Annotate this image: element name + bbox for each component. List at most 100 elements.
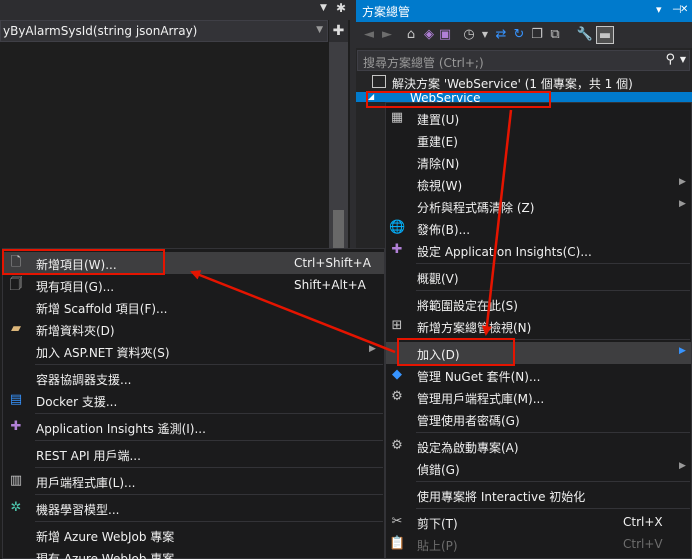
menu-item-label: 新增 Azure WebJob 專案 — [36, 530, 175, 544]
forward-icon[interactable]: ► — [378, 26, 396, 44]
menu-item-shortcut: Ctrl+Shift+A — [294, 256, 371, 270]
menu-item-add-aspnet-folder[interactable]: 加入 ASP.NET 資料夾(S) ▶ — [3, 340, 384, 362]
library-icon: ▥ — [9, 473, 23, 488]
menu-item-publish[interactable]: 🌐 發佈(B)... — [386, 217, 691, 239]
ml-icon: ✲ — [10, 500, 22, 515]
menu-separator — [416, 432, 690, 433]
existing-item-icon: 🗍 — [9, 277, 23, 292]
menu-item-scope-to-this[interactable]: 將範圍設定在此(S) — [386, 293, 691, 315]
menu-item-label: 偵錯(G) — [417, 463, 460, 477]
close-icon[interactable]: ✕ — [680, 4, 688, 15]
menu-item-label: 管理用戶端程式庫(M)... — [417, 392, 545, 406]
menu-item-application-insights-telemetry[interactable]: ✚ Application Insights 遙測(I)... — [3, 416, 384, 438]
menu-item-overview[interactable]: 概觀(V) — [386, 266, 691, 288]
editor-tab-bar: ▼ ✱ — [0, 0, 352, 20]
menu-item-existing-azure-webjob[interactable]: 現有 Azure WebJob 專案 — [3, 546, 384, 559]
menu-item-new-scaffold-item[interactable]: 新增 Scaffold 項目(F)... — [3, 296, 384, 318]
show-all-files-icon[interactable]: ⧉ — [546, 26, 564, 44]
menu-item-new-folder[interactable]: ▰ 新增資料夾(D) — [3, 318, 384, 340]
menu-item-new-azure-webjob[interactable]: 新增 Azure WebJob 專案 — [3, 524, 384, 546]
menu-separator — [35, 521, 383, 522]
menu-item-build[interactable]: ▦ 建置(U) — [386, 107, 691, 129]
menu-item-label: 分析與程式碼清除 (Z) — [417, 201, 535, 215]
menu-item-label: 檢視(W) — [417, 179, 463, 193]
submenu-arrow-icon: ▶ — [679, 199, 686, 209]
menu-item-docker-support[interactable]: ▤ Docker 支援... — [3, 389, 384, 411]
docker-icon: ▤ — [9, 392, 23, 407]
menu-item-clean[interactable]: 清除(N) — [386, 151, 691, 173]
menu-item-machine-learning-model[interactable]: ✲ 機器學習模型... — [3, 497, 384, 519]
menu-item-client-library[interactable]: ▥ 用戶端程式庫(L)... — [3, 470, 384, 492]
collapse-all-icon[interactable]: ❐ — [528, 26, 546, 44]
solution-node[interactable]: 解決方案 'WebService' (1 個專案，共 1 個) — [356, 73, 692, 92]
split-editor-icon[interactable]: ✚ — [329, 20, 348, 42]
submenu-arrow-icon: ▶ — [679, 461, 686, 471]
solution-explorer-search-input[interactable]: 搜尋方案總管 (Ctrl+;) ⚲ ▼ — [357, 50, 690, 71]
menu-item-initialize-interactive[interactable]: 使用專案將 Interactive 初始化 — [386, 484, 691, 506]
menu-item-cut[interactable]: ✂ 剪下(T) Ctrl+X — [386, 511, 691, 533]
refresh-icon[interactable]: ↻ — [510, 26, 528, 44]
menu-item-analyze[interactable]: 分析與程式碼清除 (Z) ▶ — [386, 195, 691, 217]
search-placeholder: 搜尋方案總管 (Ctrl+;) — [363, 56, 484, 70]
menu-item-new-explorer-view[interactable]: ⊞ 新增方案總管檢視(N) — [386, 315, 691, 337]
menu-item-label: 用戶端程式庫(L)... — [36, 476, 136, 490]
member-navigation-dropdown[interactable]: yByAlarmSysId(string jsonArray) ▼ — [0, 20, 328, 42]
menu-separator — [416, 481, 690, 482]
menu-item-label: 建置(U) — [417, 113, 460, 127]
menu-item-label: 現有 Azure WebJob 專案 — [36, 552, 175, 559]
member-navigation-text: yByAlarmSysId(string jsonArray) — [3, 24, 198, 38]
home-icon[interactable]: ⌂ — [402, 26, 420, 44]
vs-icon[interactable]: ▣ — [436, 26, 454, 44]
menu-item-manage-client-libraries[interactable]: ⚙ 管理用戶端程式庫(M)... — [386, 386, 691, 408]
menu-item-label: 將範圍設定在此(S) — [417, 299, 518, 313]
menu-item-rebuild[interactable]: 重建(E) — [386, 129, 691, 151]
submenu-arrow-icon: ▶ — [679, 346, 686, 356]
menu-item-debug[interactable]: 偵錯(G) ▶ — [386, 457, 691, 479]
menu-item-label: 容器協調器支援... — [36, 373, 132, 387]
chevron-down-icon: ▼ — [316, 25, 323, 35]
menu-item-label: 新增 Scaffold 項目(F)... — [36, 302, 168, 316]
menu-item-label: 使用專案將 Interactive 初始化 — [417, 490, 586, 504]
solution-explorer-toolbar: ◄ ► ⌂ ◈ ▣ ◷ ▼ ⇄ ↻ ❐ ⧉ 🔧 ▬ — [356, 22, 692, 48]
settings-gear-icon[interactable]: ✱ — [336, 1, 346, 15]
sync-icon[interactable]: ⇄ — [492, 26, 510, 44]
menu-item-label: 發佈(B)... — [417, 223, 471, 237]
menu-item-label: 管理 NuGet 套件(N)... — [417, 370, 541, 384]
menu-item-configure-insights[interactable]: ✚ 設定 Application Insights(C)... — [386, 239, 691, 261]
tab-dropdown-icon[interactable]: ▼ — [320, 3, 327, 13]
menu-item-set-startup[interactable]: ⚙ 設定為啟動專案(A) — [386, 435, 691, 457]
new-view-icon: ⊞ — [391, 318, 403, 333]
menu-item-paste[interactable]: 📋 貼上(P) Ctrl+V — [386, 533, 691, 555]
properties-wrench-icon[interactable]: 🔧 — [576, 26, 594, 44]
menu-item-label: 重建(E) — [417, 135, 458, 149]
menu-item-rest-api-client[interactable]: REST API 用戶端... — [3, 443, 384, 465]
back-icon[interactable]: ◄ — [360, 26, 378, 44]
solution-label: 解決方案 'WebService' (1 個專案，共 1 個) — [392, 77, 633, 91]
folder-icon: ▰ — [11, 321, 21, 336]
menu-item-existing-item[interactable]: 🗍 現有項目(G)... Shift+Alt+A — [3, 274, 384, 296]
library-icon: ⚙ — [391, 389, 403, 404]
solution-explorer-titlebar: 方案總管 ▾ ⊣ ✕ — [356, 0, 692, 22]
menu-item-label: 設定為啟動專案(A) — [417, 441, 519, 455]
menu-item-shortcut: Shift+Alt+A — [294, 278, 366, 292]
search-options-dropdown-icon[interactable]: ▼ — [680, 55, 686, 64]
preview-selected-items-icon[interactable]: ▬ — [596, 26, 614, 44]
menu-item-label: 加入 ASP.NET 資料夾(S) — [36, 346, 170, 360]
window-position-icon[interactable]: ▾ — [656, 3, 662, 16]
menu-item-view[interactable]: 檢視(W) ▶ — [386, 173, 691, 195]
nuget-icon: ◆ — [392, 367, 402, 382]
insights-icon: ✚ — [391, 242, 403, 257]
scissors-icon: ✂ — [391, 514, 403, 529]
menu-item-label: 貼上(P) — [417, 539, 458, 553]
menu-item-manage-user-secrets[interactable]: 管理使用者密碼(G) — [386, 408, 691, 430]
solution-icon — [372, 75, 386, 88]
menu-item-container-orchestrator[interactable]: 容器協調器支援... — [3, 367, 384, 389]
menu-item-label: 管理使用者密碼(G) — [417, 414, 520, 428]
menu-separator — [35, 440, 383, 441]
search-icon[interactable]: ⚲ — [665, 52, 675, 67]
gear-icon: ⚙ — [391, 438, 403, 453]
menu-item-label: 清除(N) — [417, 157, 460, 171]
menu-item-label: Docker 支援... — [36, 395, 118, 409]
menu-item-manage-nuget[interactable]: ◆ 管理 NuGet 套件(N)... — [386, 364, 691, 386]
menu-item-label: REST API 用戶端... — [36, 449, 141, 463]
